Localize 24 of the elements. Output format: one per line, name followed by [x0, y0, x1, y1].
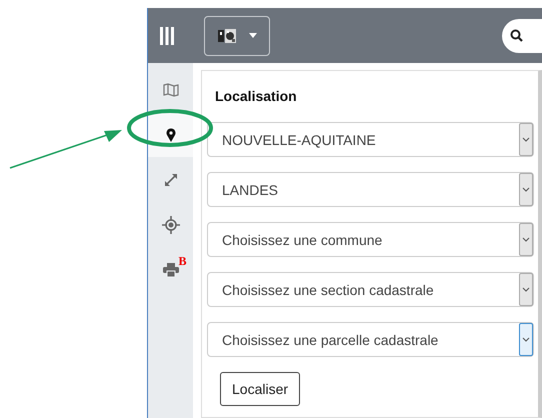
select-field[interactable]: LANDES	[207, 172, 534, 207]
logo-dropdown[interactable]	[204, 16, 270, 56]
select-field[interactable]: Choisissez une parcelle cadastrale	[207, 322, 534, 357]
pin-icon	[166, 128, 176, 142]
localiser-button[interactable]: Localiser	[220, 372, 300, 406]
badge-letter: B	[178, 254, 186, 268]
select-value: LANDES	[222, 182, 280, 198]
select-field[interactable]: NOUVELLE-AQUITAINE	[207, 122, 534, 157]
menu-icon[interactable]	[160, 26, 174, 44]
sidebar-item[interactable]: B	[148, 247, 193, 292]
select-value: Choisissez une section cadastrale	[222, 282, 435, 298]
select-field[interactable]: Choisissez une section cadastrale	[207, 272, 534, 307]
search-icon	[510, 29, 523, 42]
select-value: Choisissez une parcelle cadastrale	[222, 332, 440, 348]
panel-title: Localisation	[214, 87, 298, 106]
search-field[interactable]	[502, 18, 542, 52]
caret-icon	[249, 33, 257, 38]
crosshair-icon	[162, 216, 180, 234]
expand-icon	[164, 172, 178, 186]
select-value: Choisissez une commune	[222, 232, 384, 248]
map-icon	[162, 82, 178, 96]
select-value: NOUVELLE-AQUITAINE	[222, 132, 377, 148]
printer-icon	[162, 262, 178, 276]
select-field[interactable]: Choisissez une commune	[207, 222, 534, 257]
